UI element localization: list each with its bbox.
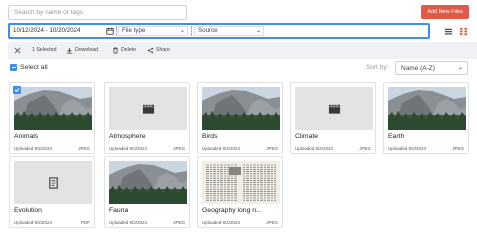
- file-name: Fauna: [109, 207, 129, 214]
- checkbox-indeterminate-icon: [10, 64, 17, 71]
- file-upload-date: Uploaded 9/2/2024: [295, 146, 334, 151]
- file-upload-date: Uploaded 9/2/2024: [14, 146, 53, 151]
- file-name: Climate: [295, 133, 319, 140]
- selection-action-bar: 1 Selected Download Delete Share: [8, 42, 477, 59]
- file-checkbox[interactable]: [13, 86, 21, 94]
- file-name: Animals: [14, 133, 39, 140]
- sort-value: Name (A-Z): [401, 65, 435, 72]
- file-upload-date: Uploaded 9/2/2024: [202, 220, 241, 225]
- file-type-select[interactable]: File type ⌄: [118, 26, 188, 36]
- file-thumbnail: [109, 161, 187, 204]
- file-name: Birds: [202, 133, 218, 140]
- file-type-label: JPEG: [173, 146, 185, 151]
- view-toggle: [444, 27, 468, 36]
- add-new-files-button[interactable]: Add New Files: [421, 5, 469, 19]
- date-range-field[interactable]: 10/12/2024 - 10/20/2024: [11, 26, 111, 36]
- check-icon: [14, 88, 20, 93]
- file-type-label: JPEG: [173, 220, 185, 225]
- download-button[interactable]: Download: [66, 42, 98, 59]
- file-upload-date: Uploaded 9/2/2024: [14, 220, 53, 225]
- chevron-down-icon: ⌄: [179, 28, 185, 34]
- file-card[interactable]: Earth Uploaded 9/2/2024 JPEG: [383, 82, 469, 154]
- selected-count: 1 Selected: [32, 47, 57, 53]
- file-type-label: JPEG: [266, 220, 278, 225]
- select-all-checkbox[interactable]: Select all: [10, 64, 48, 71]
- source-select[interactable]: Source ⌄: [194, 26, 264, 36]
- share-button[interactable]: Share: [147, 42, 170, 59]
- file-name: Atmosphere: [109, 133, 146, 140]
- file-card[interactable]: Fauna Uploaded 9/2/2024 JPEG: [104, 156, 190, 228]
- file-type-label: PDF: [81, 220, 90, 225]
- file-thumbnail: [14, 87, 92, 130]
- chevron-down-icon: ⌄: [255, 28, 261, 34]
- file-upload-date: Uploaded 9/2/2024: [388, 146, 427, 151]
- clear-selection-button[interactable]: [14, 42, 21, 59]
- list-view-icon[interactable]: [444, 27, 453, 36]
- filter-bar: 10/12/2024 - 10/20/2024 File type ⌄ Sour…: [8, 23, 430, 39]
- file-thumbnail: [388, 87, 466, 130]
- divider: [116, 26, 117, 36]
- calendar-icon[interactable]: [106, 27, 114, 35]
- close-icon: [14, 47, 21, 54]
- file-card[interactable]: Birds Uploaded 9/2/2024 JPEG: [197, 82, 283, 154]
- chevron-down-icon: ⌄: [457, 65, 463, 71]
- file-thumbnail: [202, 161, 280, 204]
- source-label: Source: [198, 27, 218, 34]
- file-thumbnail: [14, 161, 92, 204]
- file-thumbnail: [109, 87, 187, 130]
- file-thumbnail: [202, 87, 280, 130]
- file-card[interactable]: Evolution Uploaded 9/2/2024 PDF: [9, 156, 95, 228]
- file-card[interactable]: Atmosphere Uploaded 9/2/2024 JPEG: [104, 82, 190, 154]
- file-card[interactable]: Geography long n... Uploaded 9/2/2024 JPEG: [197, 156, 283, 228]
- sort-label: Sort by:: [366, 64, 389, 71]
- share-icon: [147, 47, 154, 54]
- divider: [191, 26, 192, 36]
- file-name: Evolution: [14, 207, 42, 214]
- trash-icon: [113, 47, 118, 54]
- clapperboard-icon: [328, 104, 340, 114]
- file-type-label: File type: [122, 27, 146, 34]
- grid-view-icon[interactable]: [459, 27, 468, 36]
- file-upload-date: Uploaded 9/2/2024: [109, 146, 148, 151]
- file-card[interactable]: Animals Uploaded 9/2/2024 JPEG: [9, 82, 95, 154]
- file-type-label: JPEG: [78, 146, 90, 151]
- file-type-label: JPEG: [452, 146, 464, 151]
- file-card[interactable]: Climate Uploaded 9/2/2024 JPEG: [290, 82, 376, 154]
- file-upload-date: Uploaded 9/2/2024: [202, 146, 241, 151]
- file-thumbnail: [295, 87, 373, 130]
- file-upload-date: Uploaded 9/2/2024: [109, 220, 148, 225]
- search-input[interactable]: Search by name or tags: [8, 5, 187, 20]
- file-type-label: JPEG: [359, 146, 371, 151]
- download-icon: [66, 47, 73, 54]
- document-icon: [48, 176, 58, 189]
- file-name: Earth: [388, 133, 405, 140]
- clapperboard-icon: [142, 104, 154, 114]
- sort-select[interactable]: Name (A-Z) ⌄: [395, 61, 468, 75]
- file-name: Geography long n...: [202, 207, 262, 214]
- file-type-label: JPEG: [266, 146, 278, 151]
- delete-button[interactable]: Delete: [112, 42, 136, 59]
